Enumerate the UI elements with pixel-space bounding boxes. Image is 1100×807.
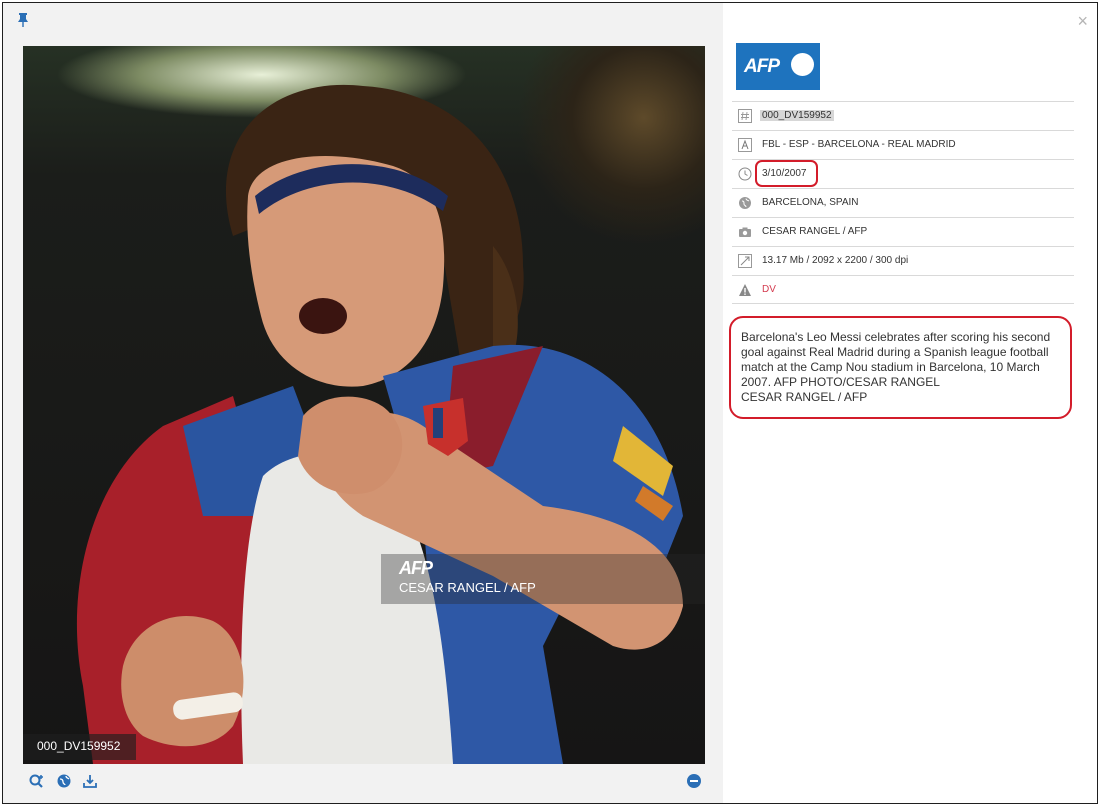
close-icon[interactable]: × bbox=[1077, 11, 1088, 32]
date-highlight-circle bbox=[755, 160, 818, 187]
hash-icon bbox=[738, 109, 752, 123]
caption-text: Barcelona's Leo Messi celebrates after s… bbox=[741, 330, 1051, 389]
photo-watermark: AFP CESAR RANGEL / AFP bbox=[381, 554, 705, 604]
warning-icon bbox=[738, 283, 752, 297]
meta-row-title: FBL - ESP - BARCELONA - REAL MADRID bbox=[732, 130, 1074, 159]
meta-restriction: DV bbox=[762, 284, 776, 295]
meta-title: FBL - ESP - BARCELONA - REAL MADRID bbox=[762, 139, 956, 150]
globe-logo-icon bbox=[791, 53, 814, 76]
watermark-credit: CESAR RANGEL / AFP bbox=[399, 580, 536, 595]
afp-logo-text: AFP bbox=[744, 56, 780, 77]
meta-row-id: 000_DV159952 bbox=[732, 101, 1074, 130]
clock-icon bbox=[738, 167, 752, 181]
meta-row-file-info: 13.17 Mb / 2092 x 2200 / 300 dpi bbox=[732, 246, 1074, 275]
globe-icon bbox=[738, 196, 752, 210]
minus-circle-icon[interactable] bbox=[685, 772, 703, 790]
meta-row-restriction: DV bbox=[732, 275, 1074, 304]
watermark-logo: AFP bbox=[399, 558, 433, 578]
text-icon bbox=[738, 138, 752, 152]
photo[interactable]: AFP CESAR RANGEL / AFP 000_DV159952 bbox=[23, 46, 705, 764]
zoom-in-icon[interactable] bbox=[28, 772, 46, 790]
download-icon[interactable] bbox=[81, 772, 99, 790]
meta-photographer: CESAR RANGEL / AFP bbox=[762, 226, 868, 237]
afp-logo: AFP bbox=[736, 43, 820, 90]
photo-toolbar bbox=[23, 769, 705, 795]
meta-row-location: BARCELONA, SPAIN bbox=[732, 188, 1074, 217]
pin-icon[interactable] bbox=[17, 12, 29, 28]
image-pane: AFP CESAR RANGEL / AFP 000_DV159952 bbox=[3, 3, 723, 803]
metadata-list: 000_DV159952 FBL - ESP - BARCELONA - REA… bbox=[732, 101, 1074, 304]
photo-id-label: 000_DV159952 bbox=[23, 734, 137, 760]
meta-location: BARCELONA, SPAIN bbox=[762, 197, 859, 208]
meta-row-photographer: CESAR RANGEL / AFP bbox=[732, 217, 1074, 246]
resize-icon bbox=[738, 254, 752, 268]
meta-id: 000_DV159952 bbox=[760, 110, 834, 121]
globe-icon[interactable] bbox=[55, 772, 73, 790]
camera-icon bbox=[738, 225, 752, 239]
caption-credit: CESAR RANGEL / AFP bbox=[741, 390, 868, 404]
photo-caption: Barcelona's Leo Messi celebrates after s… bbox=[741, 330, 1066, 405]
meta-file-info: 13.17 Mb / 2092 x 2200 / 300 dpi bbox=[762, 255, 909, 266]
